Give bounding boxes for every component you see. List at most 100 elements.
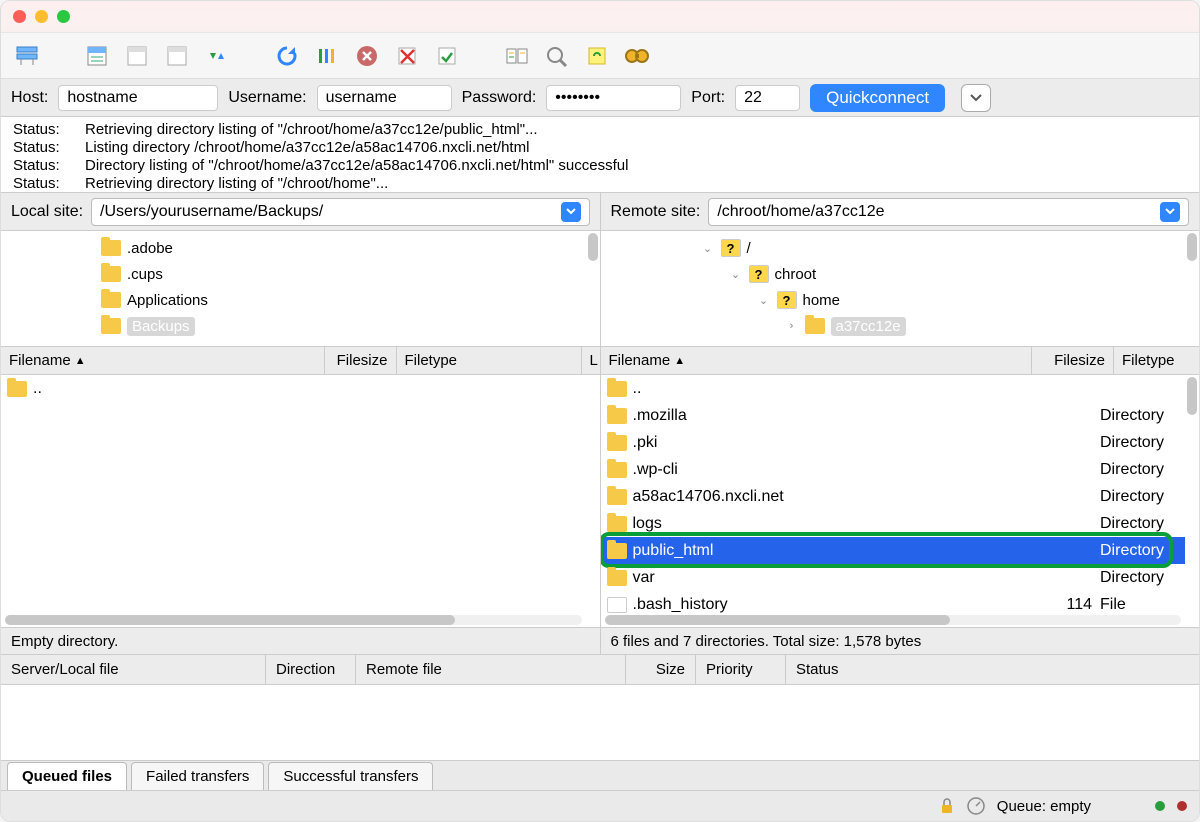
remote-header-filename[interactable]: Filename▲ (601, 347, 1033, 374)
chevron-down-icon[interactable] (1160, 202, 1180, 222)
lock-icon[interactable] (939, 797, 955, 815)
local-header-lastmod[interactable]: L (582, 347, 600, 374)
local-status: Empty directory. (1, 628, 601, 654)
tab-queued-files[interactable]: Queued files (7, 762, 127, 790)
local-header-filename[interactable]: Filename▲ (1, 347, 325, 374)
file-type: Directory (1100, 542, 1185, 560)
queue-header-direction[interactable]: Direction (266, 655, 356, 684)
local-site-path: /Users/yourusername/Backups/ (100, 203, 323, 221)
list-item[interactable]: .. (1, 375, 586, 402)
directory-compare-icon[interactable] (501, 41, 533, 71)
tree-item[interactable]: .cups (101, 261, 586, 287)
scrollbar-thumb[interactable] (5, 615, 455, 625)
file-name: a58ac14706.nxcli.net (633, 488, 1031, 506)
toggle-local-tree-icon[interactable] (121, 41, 153, 71)
window-zoom-button[interactable] (57, 10, 70, 23)
tree-item-label: Backups (127, 317, 195, 336)
quickconnect-dropdown[interactable] (961, 84, 991, 112)
scrollbar-horizontal[interactable] (5, 615, 582, 625)
site-manager-icon[interactable] (11, 41, 43, 71)
list-item[interactable]: .pkiDirectory (601, 429, 1186, 456)
local-tree[interactable]: .adobe.cupsApplications Backups (1, 231, 601, 346)
scrollbar-thumb[interactable] (1187, 233, 1197, 261)
file-type: Directory (1100, 488, 1185, 506)
window-minimize-button[interactable] (35, 10, 48, 23)
file-name: .bash_history (633, 596, 1031, 614)
toggle-log-icon[interactable] (81, 41, 113, 71)
local-site-combo[interactable]: /Users/yourusername/Backups/ (91, 198, 589, 226)
log-label: Status: (13, 157, 65, 175)
queue-status-text: Queue: empty (997, 798, 1091, 815)
tab-failed-transfers[interactable]: Failed transfers (131, 762, 264, 790)
find-icon[interactable] (621, 41, 653, 71)
local-header-filesize[interactable]: Filesize (325, 347, 397, 374)
queue-list[interactable] (1, 685, 1199, 761)
tree-item[interactable]: .adobe (101, 235, 586, 261)
list-item[interactable]: logsDirectory (601, 510, 1186, 537)
tab-successful-transfers[interactable]: Successful transfers (268, 762, 433, 790)
file-type: Directory (1100, 407, 1185, 425)
sort-asc-icon: ▲ (75, 355, 86, 367)
tree-item[interactable]: Applications (101, 287, 586, 313)
message-log[interactable]: Status:Retrieving directory listing of "… (1, 117, 1199, 193)
remote-tree[interactable]: ⌄?/⌄?chroot⌄?home›a37cc12e (601, 231, 1200, 346)
list-item[interactable]: .bash_history114File (601, 591, 1186, 615)
scrollbar-horizontal[interactable] (605, 615, 1182, 625)
tree-item-label: / (747, 240, 751, 257)
queue-header-size[interactable]: Size (626, 655, 696, 684)
remote-header-filetype[interactable]: Filetype (1114, 347, 1199, 374)
remote-header-filesize[interactable]: Filesize (1032, 347, 1114, 374)
disclosure-icon[interactable]: ⌄ (757, 294, 771, 307)
sync-browse-icon[interactable] (581, 41, 613, 71)
disclosure-icon[interactable]: ⌄ (729, 268, 743, 281)
scrollbar-thumb[interactable] (1187, 377, 1197, 415)
tree-item[interactable]: ⌄?chroot (701, 261, 1186, 287)
username-input[interactable] (317, 85, 452, 111)
folder-icon (101, 266, 121, 282)
list-item[interactable]: .wp-cliDirectory (601, 456, 1186, 483)
quickconnect-button[interactable]: Quickconnect (810, 84, 945, 112)
refresh-icon[interactable] (271, 41, 303, 71)
list-item[interactable]: .. (601, 375, 1186, 402)
disclosure-icon[interactable]: › (785, 320, 799, 332)
port-label: Port: (691, 89, 725, 107)
queue-header-server[interactable]: Server/Local file (1, 655, 266, 684)
scrollbar-thumb[interactable] (605, 615, 951, 625)
remote-site-combo[interactable]: /chroot/home/a37cc12e (708, 198, 1189, 226)
queue-header-priority[interactable]: Priority (696, 655, 786, 684)
folder-unknown-icon: ? (777, 291, 797, 309)
disconnect-icon[interactable] (391, 41, 423, 71)
list-item[interactable]: a58ac14706.nxcli.net Directory (601, 483, 1186, 510)
remote-file-list[interactable]: ...mozillaDirectory.pkiDirectory.wp-cliD… (601, 375, 1200, 627)
tree-item[interactable]: ⌄? home (701, 287, 1186, 313)
reconnect-icon[interactable] (431, 41, 463, 71)
tree-item[interactable]: ⌄?/ (701, 235, 1186, 261)
tree-item-label: home (803, 292, 841, 309)
toggle-remote-tree-icon[interactable] (161, 41, 193, 71)
main-window: Host: Username: Password: Port: Quickcon… (0, 0, 1200, 822)
chevron-down-icon[interactable] (561, 202, 581, 222)
folder-unknown-icon: ? (749, 265, 769, 283)
list-item[interactable]: .mozillaDirectory (601, 402, 1186, 429)
filter-icon[interactable] (541, 41, 573, 71)
window-close-button[interactable] (13, 10, 26, 23)
password-input[interactable] (546, 85, 681, 111)
tree-item[interactable]: ›a37cc12e (701, 313, 1186, 339)
port-input[interactable] (735, 85, 800, 111)
toggle-queue-icon[interactable] (201, 41, 233, 71)
list-item[interactable]: public_htmlDirectory (601, 537, 1186, 564)
queue-header-status[interactable]: Status (786, 655, 1199, 684)
cancel-icon[interactable] (351, 41, 383, 71)
file-name: logs (633, 515, 1031, 533)
queue-header-remote[interactable]: Remote file (356, 655, 626, 684)
local-file-list[interactable]: .. (1, 375, 601, 627)
speed-limit-icon[interactable] (967, 797, 985, 815)
disclosure-icon[interactable]: ⌄ (701, 242, 715, 255)
local-header-filetype[interactable]: Filetype (397, 347, 582, 374)
scrollbar-thumb[interactable] (588, 233, 598, 261)
tree-item[interactable]: Backups (101, 313, 586, 339)
list-item[interactable]: varDirectory (601, 564, 1186, 591)
host-input[interactable] (58, 85, 218, 111)
process-queue-icon[interactable] (311, 41, 343, 71)
file-icon (607, 597, 627, 613)
